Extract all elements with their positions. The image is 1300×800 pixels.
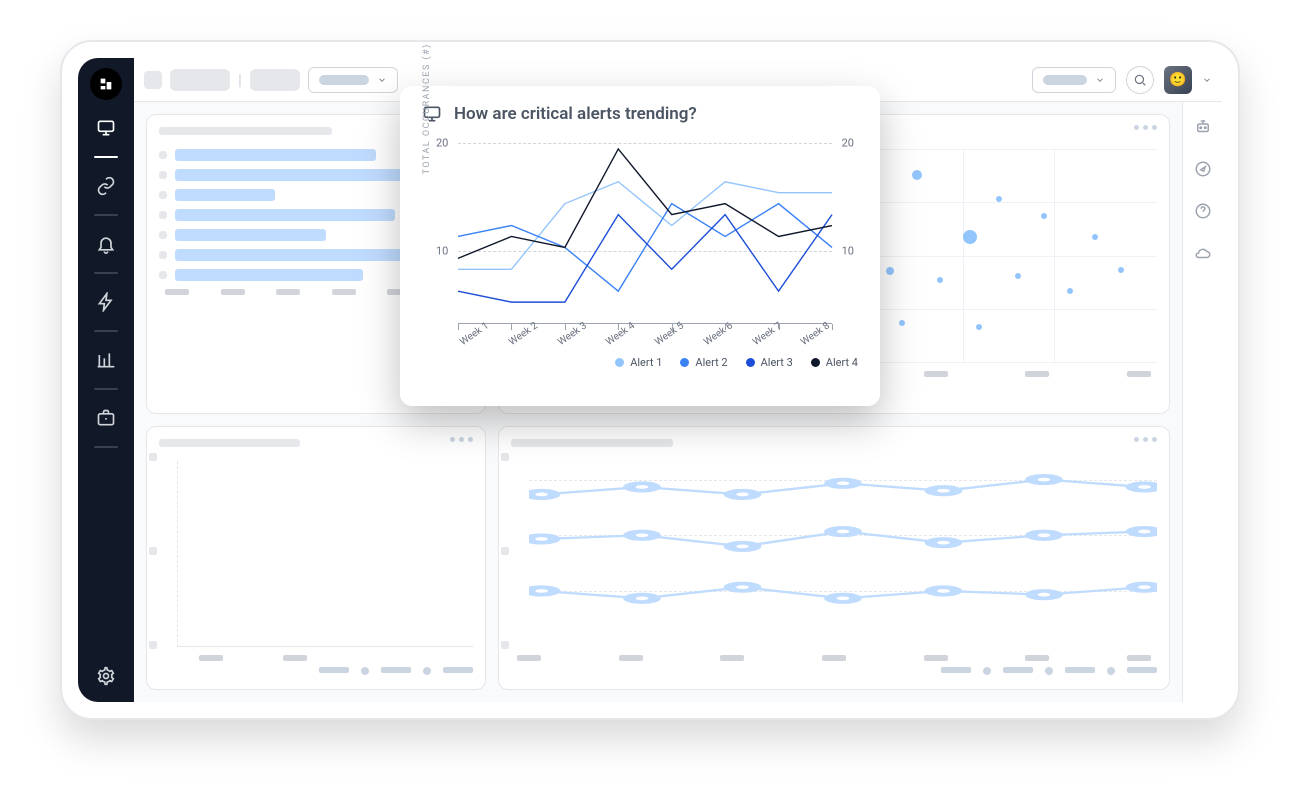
card-menu[interactable] xyxy=(1134,437,1157,442)
monitor-icon[interactable] xyxy=(96,118,116,138)
y-tick: 20 xyxy=(842,137,854,150)
select-value xyxy=(319,75,369,85)
bell-icon[interactable] xyxy=(96,234,116,254)
card-menu[interactable] xyxy=(1134,125,1157,130)
y-ticks xyxy=(149,453,157,649)
breadcrumb: | xyxy=(144,67,398,93)
legend-item: Alert 1 xyxy=(615,356,662,369)
breadcrumb-item[interactable] xyxy=(170,69,230,91)
legend-label: Alert 2 xyxy=(695,356,727,369)
right-rail xyxy=(1182,102,1222,702)
legend-item: Alert 4 xyxy=(811,356,858,369)
card-legend xyxy=(511,667,1157,675)
chart: TOTAL OCCURANCES (#) 20 20 10 10 Week 1W… xyxy=(458,130,832,350)
card-title xyxy=(159,127,332,135)
card-title xyxy=(159,439,300,447)
left-nav xyxy=(78,58,134,702)
nav-separator xyxy=(94,214,118,216)
select-value xyxy=(1043,75,1087,85)
x-ticks xyxy=(159,655,473,661)
legend-swatch xyxy=(680,358,689,367)
search-button[interactable] xyxy=(1126,66,1154,94)
card-title xyxy=(511,439,673,447)
legend-label: Alert 3 xyxy=(761,356,793,369)
card-legend xyxy=(159,667,473,675)
card-lines xyxy=(498,426,1170,690)
x-ticks xyxy=(511,655,1157,661)
bars-plot xyxy=(177,461,473,647)
nav-active-underline xyxy=(94,156,118,158)
x-tick-label: Week 3 xyxy=(556,320,589,348)
cloud-icon[interactable] xyxy=(1194,244,1212,266)
y-ticks xyxy=(501,453,509,649)
plot-area xyxy=(458,138,832,324)
y-tick: 10 xyxy=(436,245,448,258)
briefcase-icon[interactable] xyxy=(96,408,116,428)
popup-title-text: How are critical alerts trending? xyxy=(454,104,697,124)
chart-icon[interactable] xyxy=(96,350,116,370)
card-menu[interactable] xyxy=(450,437,473,442)
avatar[interactable]: 🙂 xyxy=(1164,66,1192,94)
gear-icon[interactable] xyxy=(96,666,116,686)
nav-separator xyxy=(94,446,118,448)
y-tick: 20 xyxy=(436,137,448,150)
lines-plot xyxy=(529,461,1157,647)
trend-popup: How are critical alerts trending? TOTAL … xyxy=(400,86,880,406)
x-tick-label: Week 8 xyxy=(799,320,832,348)
y-tick: 10 xyxy=(842,245,854,258)
app-logo[interactable] xyxy=(90,68,122,100)
chart-legend: Alert 1 Alert 2 Alert 3 Alert 4 xyxy=(422,356,858,369)
legend-item: Alert 3 xyxy=(746,356,793,369)
card-bars xyxy=(146,426,486,690)
chevron-down-icon[interactable] xyxy=(1202,75,1212,85)
x-categories: Week 1Week 2Week 3Week 4Week 5Week 6Week… xyxy=(458,339,832,350)
nav-separator xyxy=(94,330,118,332)
breadcrumb-select[interactable] xyxy=(308,67,398,93)
bolt-icon[interactable] xyxy=(96,292,116,312)
top-select[interactable] xyxy=(1032,67,1116,93)
y-axis-label: TOTAL OCCURANCES (#) xyxy=(422,43,432,174)
magnifier-icon xyxy=(1133,73,1147,87)
nav-separator xyxy=(94,388,118,390)
help-icon[interactable] xyxy=(1194,202,1212,224)
legend-item: Alert 2 xyxy=(680,356,727,369)
popup-title: How are critical alerts trending? xyxy=(422,104,858,124)
legend-swatch xyxy=(615,358,624,367)
legend-swatch xyxy=(811,358,820,367)
x-tick-label: Week 5 xyxy=(653,320,686,348)
x-tick-label: Week 6 xyxy=(702,320,735,348)
robot-icon[interactable] xyxy=(1194,118,1212,140)
legend-label: Alert 4 xyxy=(826,356,858,369)
breadcrumb-home-icon[interactable] xyxy=(144,71,162,89)
x-tick-label: Week 7 xyxy=(751,320,784,348)
chevron-down-icon xyxy=(1095,75,1105,85)
legend-swatch xyxy=(746,358,755,367)
breadcrumb-item[interactable] xyxy=(250,69,300,91)
x-tick-label: Week 1 xyxy=(458,320,491,348)
nav-separator xyxy=(94,272,118,274)
link-icon[interactable] xyxy=(96,176,116,196)
x-tick-label: Week 4 xyxy=(604,320,637,348)
legend-label: Alert 1 xyxy=(630,356,662,369)
compass-icon[interactable] xyxy=(1194,160,1212,182)
chevron-down-icon xyxy=(377,75,387,85)
